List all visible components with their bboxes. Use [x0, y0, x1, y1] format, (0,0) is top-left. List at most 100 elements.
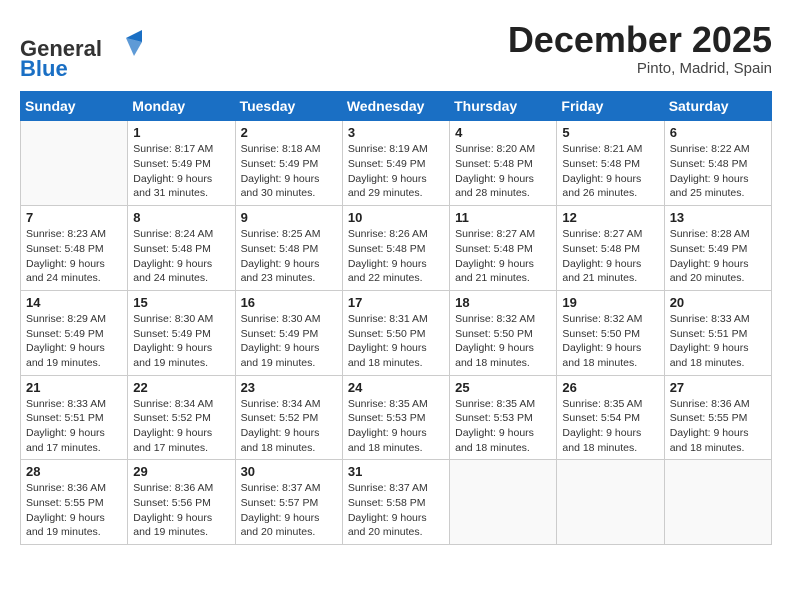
weekday-thursday: Thursday	[450, 92, 557, 121]
day-number: 20	[670, 295, 766, 310]
day-number: 7	[26, 210, 122, 225]
day-cell: 4Sunrise: 8:20 AM Sunset: 5:48 PM Daylig…	[450, 121, 557, 206]
day-number: 13	[670, 210, 766, 225]
day-number: 18	[455, 295, 551, 310]
day-number: 11	[455, 210, 551, 225]
day-number: 10	[348, 210, 444, 225]
day-info: Sunrise: 8:17 AM Sunset: 5:49 PM Dayligh…	[133, 142, 229, 201]
day-cell: 3 Sunrise: 8:19 AM Sunset: 5:49 PM Daylig…	[342, 121, 449, 206]
day-info: Sunrise: 8:23 AM Sunset: 5:48 PM Dayligh…	[26, 227, 122, 286]
day-cell: 16 Sunrise: 8:30 AM Sunset: 5:49 PM Dayli…	[235, 290, 342, 375]
day-cell	[664, 460, 771, 545]
day-cell: 7 Sunrise: 8:23 AM Sunset: 5:48 PM Daylig…	[21, 206, 128, 291]
day-info: Sunrise: 8:21 AM Sunset: 5:48 PM Dayligh…	[562, 142, 658, 201]
day-number: 31	[348, 464, 444, 479]
day-cell: 5 Sunrise: 8:21 AM Sunset: 5:48 PM Daylig…	[557, 121, 664, 206]
weekday-tuesday: Tuesday	[235, 92, 342, 121]
title-block: December 2025 Pinto, Madrid, Spain	[508, 20, 772, 77]
weekday-monday: Monday	[128, 92, 235, 121]
day-cell: 29Sunrise: 8:36 AM Sunset: 5:56 PM Dayli…	[128, 460, 235, 545]
day-info: Sunrise: 8:29 AM Sunset: 5:49 PM Dayligh…	[26, 312, 122, 371]
day-info: Sunrise: 8:34 AM Sunset: 5:52 PM Dayligh…	[241, 397, 337, 456]
day-cell: 12Sunrise: 8:27 AM Sunset: 5:48 PM Dayli…	[557, 206, 664, 291]
weekday-saturday: Saturday	[664, 92, 771, 121]
day-cell: 1 Sunrise: 8:17 AM Sunset: 5:49 PM Daylig…	[128, 121, 235, 206]
day-number: 28	[26, 464, 122, 479]
day-info: Sunrise: 8:34 AM Sunset: 5:52 PM Dayligh…	[133, 397, 229, 456]
weekday-header-row: SundayMondayTuesdayWednesdayThursdayFrid…	[21, 92, 772, 121]
day-cell: 27Sunrise: 8:36 AM Sunset: 5:55 PM Dayli…	[664, 375, 771, 460]
day-info: Sunrise: 8:35 AM Sunset: 5:54 PM Dayligh…	[562, 397, 658, 456]
day-number: 12	[562, 210, 658, 225]
day-cell: 6Sunrise: 8:22 AM Sunset: 5:48 PM Daylig…	[664, 121, 771, 206]
week-row-1: 1 Sunrise: 8:17 AM Sunset: 5:49 PM Daylig…	[21, 121, 772, 206]
day-cell	[450, 460, 557, 545]
day-info: Sunrise: 8:28 AM Sunset: 5:49 PM Dayligh…	[670, 227, 766, 286]
day-cell: 23 Sunrise: 8:34 AM Sunset: 5:52 PM Dayli…	[235, 375, 342, 460]
day-cell: 22 Sunrise: 8:34 AM Sunset: 5:52 PM Dayli…	[128, 375, 235, 460]
day-cell: 11 Sunrise: 8:27 AM Sunset: 5:48 PM Dayli…	[450, 206, 557, 291]
day-cell: 31 Sunrise: 8:37 AM Sunset: 5:58 PM Dayli…	[342, 460, 449, 545]
logo-blue: Blue	[20, 56, 68, 81]
day-info: Sunrise: 8:37 AM Sunset: 5:57 PM Dayligh…	[241, 481, 337, 540]
day-info: Sunrise: 8:36 AM Sunset: 5:55 PM Dayligh…	[26, 481, 122, 540]
week-row-2: 7 Sunrise: 8:23 AM Sunset: 5:48 PM Daylig…	[21, 206, 772, 291]
week-row-3: 14 Sunrise: 8:29 AM Sunset: 5:49 PM Dayli…	[21, 290, 772, 375]
day-number: 25	[455, 380, 551, 395]
day-number: 22	[133, 380, 229, 395]
day-cell: 8Sunrise: 8:24 AM Sunset: 5:48 PM Daylig…	[128, 206, 235, 291]
day-info: Sunrise: 8:25 AM Sunset: 5:48 PM Dayligh…	[241, 227, 337, 286]
day-info: Sunrise: 8:19 AM Sunset: 5:49 PM Dayligh…	[348, 142, 444, 201]
day-number: 8	[133, 210, 229, 225]
day-info: Sunrise: 8:37 AM Sunset: 5:58 PM Dayligh…	[348, 481, 444, 540]
day-info: Sunrise: 8:32 AM Sunset: 5:50 PM Dayligh…	[562, 312, 658, 371]
day-number: 30	[241, 464, 337, 479]
day-cell: 14 Sunrise: 8:29 AM Sunset: 5:49 PM Dayli…	[21, 290, 128, 375]
logo: General Blue	[20, 20, 142, 81]
day-info: Sunrise: 8:32 AM Sunset: 5:50 PM Dayligh…	[455, 312, 551, 371]
day-number: 9	[241, 210, 337, 225]
day-number: 26	[562, 380, 658, 395]
day-number: 4	[455, 125, 551, 140]
day-number: 24	[348, 380, 444, 395]
day-info: Sunrise: 8:27 AM Sunset: 5:48 PM Dayligh…	[455, 227, 551, 286]
day-number: 2	[241, 125, 337, 140]
day-number: 14	[26, 295, 122, 310]
week-row-5: 28 Sunrise: 8:36 AM Sunset: 5:55 PM Dayli…	[21, 460, 772, 545]
day-cell: 17Sunrise: 8:31 AM Sunset: 5:50 PM Dayli…	[342, 290, 449, 375]
calendar-body: 1 Sunrise: 8:17 AM Sunset: 5:49 PM Daylig…	[21, 121, 772, 545]
day-number: 16	[241, 295, 337, 310]
day-info: Sunrise: 8:18 AM Sunset: 5:49 PM Dayligh…	[241, 142, 337, 201]
day-info: Sunrise: 8:30 AM Sunset: 5:49 PM Dayligh…	[241, 312, 337, 371]
day-number: 3	[348, 125, 444, 140]
weekday-wednesday: Wednesday	[342, 92, 449, 121]
day-info: Sunrise: 8:33 AM Sunset: 5:51 PM Dayligh…	[670, 312, 766, 371]
day-number: 5	[562, 125, 658, 140]
day-info: Sunrise: 8:36 AM Sunset: 5:55 PM Dayligh…	[670, 397, 766, 456]
calendar-table: SundayMondayTuesdayWednesdayThursdayFrid…	[20, 91, 772, 545]
day-info: Sunrise: 8:35 AM Sunset: 5:53 PM Dayligh…	[455, 397, 551, 456]
day-number: 23	[241, 380, 337, 395]
day-number: 1	[133, 125, 229, 140]
day-cell: 10Sunrise: 8:26 AM Sunset: 5:48 PM Dayli…	[342, 206, 449, 291]
day-cell: 19 Sunrise: 8:32 AM Sunset: 5:50 PM Dayli…	[557, 290, 664, 375]
weekday-friday: Friday	[557, 92, 664, 121]
day-cell: 13 Sunrise: 8:28 AM Sunset: 5:49 PM Dayli…	[664, 206, 771, 291]
day-cell	[557, 460, 664, 545]
day-info: Sunrise: 8:30 AM Sunset: 5:49 PM Dayligh…	[133, 312, 229, 371]
day-cell: 21 Sunrise: 8:33 AM Sunset: 5:51 PM Dayli…	[21, 375, 128, 460]
day-number: 19	[562, 295, 658, 310]
day-info: Sunrise: 8:22 AM Sunset: 5:48 PM Dayligh…	[670, 142, 766, 201]
day-cell: 30 Sunrise: 8:37 AM Sunset: 5:57 PM Dayli…	[235, 460, 342, 545]
week-row-4: 21 Sunrise: 8:33 AM Sunset: 5:51 PM Dayli…	[21, 375, 772, 460]
day-cell: 2 Sunrise: 8:18 AM Sunset: 5:49 PM Daylig…	[235, 121, 342, 206]
day-number: 29	[133, 464, 229, 479]
day-number: 15	[133, 295, 229, 310]
day-cell	[21, 121, 128, 206]
day-cell: 26 Sunrise: 8:35 AM Sunset: 5:54 PM Dayli…	[557, 375, 664, 460]
day-number: 21	[26, 380, 122, 395]
page-header: General Blue December 2025 Pinto, Madrid…	[20, 20, 772, 81]
day-cell: 24Sunrise: 8:35 AM Sunset: 5:53 PM Dayli…	[342, 375, 449, 460]
day-info: Sunrise: 8:33 AM Sunset: 5:51 PM Dayligh…	[26, 397, 122, 456]
day-cell: 18 Sunrise: 8:32 AM Sunset: 5:50 PM Dayli…	[450, 290, 557, 375]
